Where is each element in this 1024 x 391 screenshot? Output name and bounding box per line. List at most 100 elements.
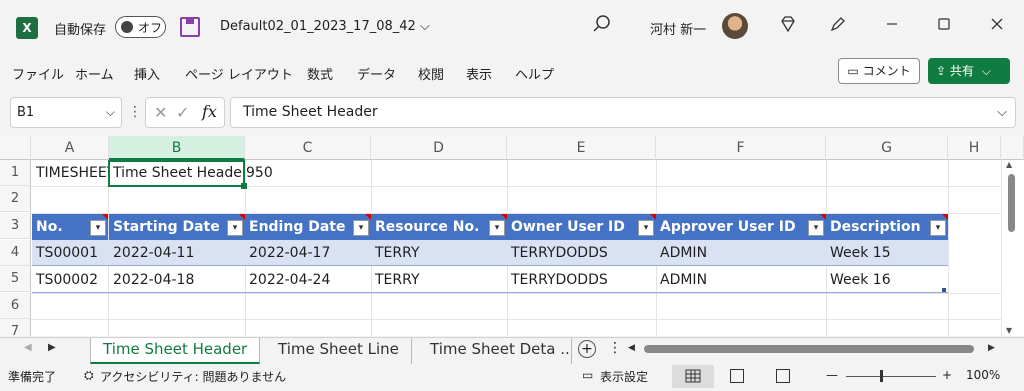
filter-dropdown-icon[interactable]: ▾: [489, 220, 505, 236]
filter-dropdown-icon[interactable]: ▾: [638, 220, 654, 236]
row-header-4[interactable]: 4: [0, 240, 31, 266]
zoom-in-icon[interactable]: +: [942, 368, 952, 382]
column-header-a[interactable]: A: [31, 136, 109, 160]
search-icon[interactable]: [592, 14, 614, 36]
diamond-icon[interactable]: [776, 14, 800, 38]
cell-e4[interactable]: TERRYDODDS: [507, 240, 656, 266]
avatar[interactable]: [722, 13, 748, 39]
menu-home[interactable]: ホーム: [75, 64, 114, 83]
worksheet-grid[interactable]: A B C D E F G H 1 2 3 4 5 6 7 TIMESHEET …: [0, 136, 1024, 336]
cell-f4[interactable]: ADMIN: [656, 240, 826, 266]
menu-review[interactable]: 校閲: [418, 64, 444, 83]
more-options-icon[interactable]: ⋮: [608, 340, 622, 356]
menu-insert[interactable]: 挿入: [134, 64, 160, 83]
cell-b5[interactable]: 2022-04-18: [109, 267, 245, 293]
zoom-out-icon[interactable]: —: [826, 368, 838, 382]
cell-c4[interactable]: 2022-04-17: [245, 240, 371, 266]
row-header-2[interactable]: 2: [0, 186, 31, 212]
row-header-6[interactable]: 6: [0, 293, 31, 319]
cell-g4[interactable]: Week 15: [826, 240, 948, 266]
vertical-scrollbar[interactable]: ▲ ▼: [1004, 160, 1018, 338]
tab-scroll-right-icon[interactable]: ▶: [48, 342, 56, 353]
normal-view-button[interactable]: [672, 365, 714, 388]
cell-a4[interactable]: TS00001: [32, 240, 108, 266]
filter-dropdown-icon[interactable]: ▾: [930, 220, 946, 236]
sheet-tab-time-sheet-header[interactable]: Time Sheet Header: [90, 338, 261, 364]
document-title[interactable]: Default02_01_2023_17_08_42 ⌵: [220, 19, 430, 34]
select-all-corner[interactable]: [0, 136, 31, 160]
scroll-up-icon[interactable]: ▲: [1006, 160, 1012, 169]
column-header-d[interactable]: D: [371, 136, 507, 160]
cell-d4[interactable]: TERRY: [371, 240, 507, 266]
maximize-icon[interactable]: [932, 14, 956, 38]
formula-input[interactable]: Time Sheet Header ⌵: [230, 97, 1016, 128]
horizontal-scrollbar-thumb[interactable]: [644, 345, 974, 353]
page-break-view-icon[interactable]: [776, 369, 790, 383]
tab-scroll-left-icon[interactable]: ◀: [24, 342, 32, 353]
menu-view[interactable]: 表示: [466, 64, 492, 83]
confirm-icon[interactable]: ✓: [176, 103, 189, 122]
chevron-down-icon[interactable]: ⌵: [106, 98, 115, 127]
cell-a5[interactable]: TS00002: [32, 267, 108, 293]
cell-c5[interactable]: 2022-04-24: [245, 267, 371, 293]
menu-help[interactable]: ヘルプ: [515, 64, 554, 83]
column-header-e[interactable]: E: [507, 136, 656, 160]
table-header-approver-user-id[interactable]: Approver User ID ▾: [656, 214, 826, 240]
filter-dropdown-icon[interactable]: ▾: [808, 220, 824, 236]
table-header-ending-date[interactable]: Ending Date ▾: [245, 214, 371, 240]
zoom-slider[interactable]: [846, 376, 936, 377]
table-resize-handle[interactable]: [942, 288, 946, 292]
table-header-no[interactable]: No. ▾: [32, 214, 108, 240]
add-sheet-icon[interactable]: +: [578, 340, 596, 358]
sheet-tab-time-sheet-detail[interactable]: Time Sheet Deta ...: [418, 338, 572, 364]
display-settings[interactable]: 表示設定: [600, 368, 648, 385]
menu-formulas[interactable]: 数式: [307, 64, 333, 83]
row-header-7[interactable]: 7: [0, 319, 31, 336]
autosave-toggle[interactable]: オフ: [115, 16, 166, 38]
filter-dropdown-icon[interactable]: ▾: [353, 220, 369, 236]
table-header-starting-date[interactable]: Starting Date ▾: [109, 214, 245, 240]
zoom-slider-handle[interactable]: [880, 370, 883, 382]
scroll-down-icon[interactable]: ▼: [1006, 326, 1012, 335]
comment-button[interactable]: ▭ コメント: [838, 58, 920, 84]
column-header-h[interactable]: H: [948, 136, 1001, 160]
table-header-description[interactable]: Description ▾: [826, 214, 948, 240]
name-box[interactable]: B1 ⌵: [10, 97, 122, 128]
column-header-f[interactable]: F: [656, 136, 826, 160]
menu-data[interactable]: データ: [357, 64, 396, 83]
row-header-1[interactable]: 1: [0, 160, 31, 186]
table-header-resource-no[interactable]: Resource No. ▾: [371, 214, 507, 240]
hscroll-right-icon[interactable]: ▶: [988, 343, 995, 353]
menu-page-layout[interactable]: ページ レイアウト: [185, 64, 293, 83]
cell-a1[interactable]: TIMESHEET: [32, 160, 108, 186]
scrollbar-thumb[interactable]: [1008, 174, 1015, 232]
accessibility-icon[interactable]: ⛭: [84, 368, 94, 383]
filter-dropdown-icon[interactable]: ▾: [227, 220, 243, 236]
cell-d5[interactable]: TERRY: [371, 267, 507, 293]
zoom-level[interactable]: 100%: [966, 368, 1000, 382]
share-button[interactable]: ⇪ 共有 ⌵: [928, 58, 1010, 84]
chevron-down-icon[interactable]: ⌵: [997, 98, 1007, 127]
fill-handle[interactable]: [241, 183, 247, 189]
menu-file[interactable]: ファイル: [12, 64, 64, 83]
column-header-b[interactable]: B: [109, 136, 245, 160]
minimize-icon[interactable]: [880, 14, 904, 38]
row-header-5[interactable]: 5: [0, 266, 31, 292]
sheet-tab-time-sheet-line[interactable]: Time Sheet Line: [266, 338, 412, 364]
more-options-icon[interactable]: ⋮: [128, 104, 142, 120]
cancel-icon[interactable]: ✕: [154, 103, 167, 122]
cell-f5[interactable]: ADMIN: [656, 267, 826, 293]
column-header-c[interactable]: C: [245, 136, 371, 160]
cell-e5[interactable]: TERRYDODDS: [507, 267, 656, 293]
user-name[interactable]: 河村 新一: [650, 19, 706, 38]
cell-b4[interactable]: 2022-04-11: [109, 240, 245, 266]
hscroll-left-icon[interactable]: ◀: [628, 343, 635, 353]
display-settings-icon[interactable]: ▭: [582, 368, 593, 382]
save-icon[interactable]: [180, 17, 200, 37]
cell-g5[interactable]: Week 16: [826, 267, 948, 293]
page-layout-view-icon[interactable]: [730, 369, 744, 383]
column-header-g[interactable]: G: [826, 136, 948, 160]
cell-c1[interactable]: 950: [245, 160, 371, 186]
row-header-3[interactable]: 3: [0, 213, 31, 239]
insert-function-icon[interactable]: fx: [202, 102, 217, 121]
